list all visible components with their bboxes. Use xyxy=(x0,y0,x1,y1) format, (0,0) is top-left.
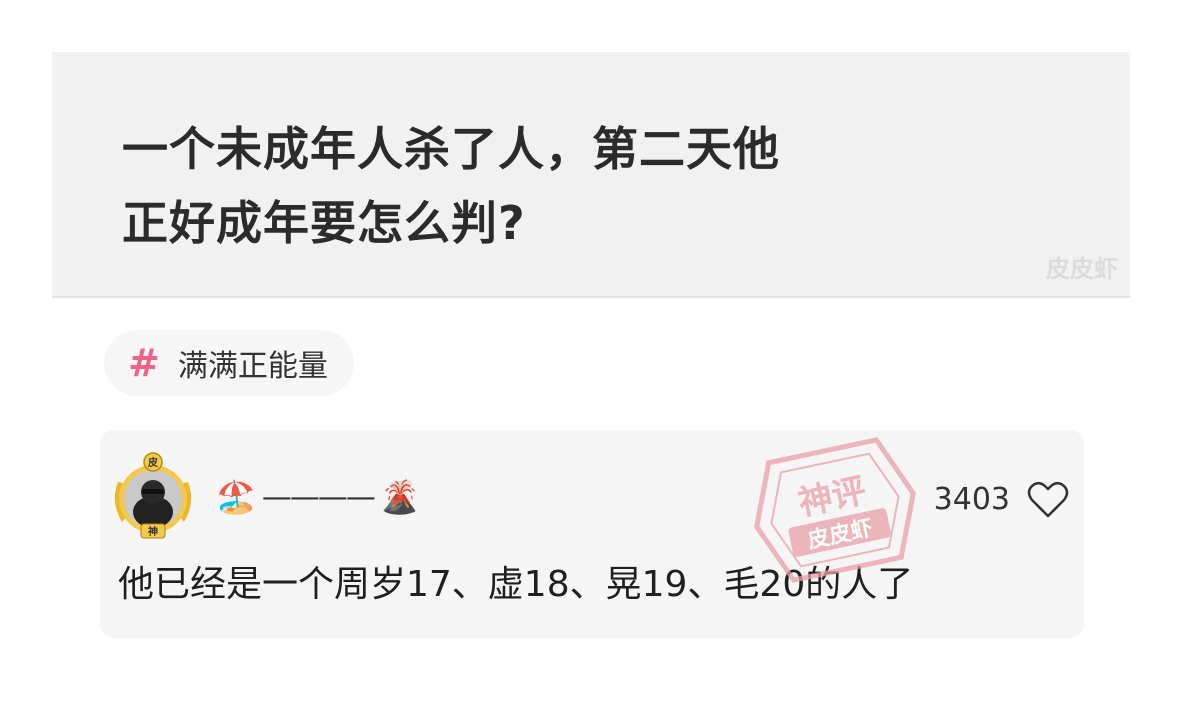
post-title: 一个未成年人杀了人，第二天他 正好成年要怎么判? xyxy=(122,112,1042,260)
heart-like-icon[interactable] xyxy=(1026,480,1070,520)
shenping-stamp: 神评 皮皮虾 xyxy=(754,437,916,583)
hash-icon: # xyxy=(128,341,160,385)
topic-tag-chip[interactable]: # 满满正能量 xyxy=(104,330,354,396)
avatar-badge-top: 皮 xyxy=(147,456,158,469)
comment-card[interactable]: 皮 神 🏖️ ———— 🌋 3403 他已经是一个周岁17、虚18、晃19、毛2… xyxy=(100,430,1084,638)
avatar-badge-bottom: 神 xyxy=(148,525,158,538)
post-title-line-2: 正好成年要怎么判? xyxy=(122,196,526,250)
topic-tag-label: 满满正能量 xyxy=(177,349,328,384)
comment-username[interactable]: 🏖️ ———— 🌋 xyxy=(216,478,420,516)
post-title-line-1: 一个未成年人杀了人，第二天他 xyxy=(122,122,780,176)
watermark-logo: 皮皮虾 xyxy=(1046,255,1118,283)
beach-umbrella-icon: 🏖️ xyxy=(216,478,256,516)
avatar[interactable]: 皮 神 xyxy=(108,452,198,542)
username-dashes: ———— xyxy=(261,479,376,515)
volcano-icon: 🌋 xyxy=(379,478,420,516)
like-count: 3403 xyxy=(933,482,1010,517)
post-card[interactable]: 一个未成年人杀了人，第二天他 正好成年要怎么判? 皮皮虾 xyxy=(52,52,1130,298)
